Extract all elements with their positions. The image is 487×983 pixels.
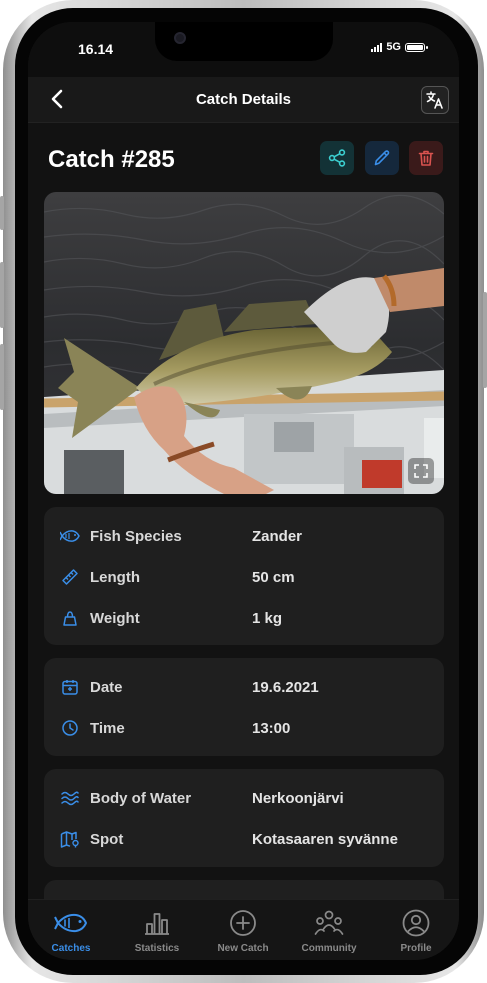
tab-statistics[interactable]: Statistics (114, 908, 200, 954)
edit-button[interactable] (365, 141, 399, 175)
fish-info-card: Fish Species Zander Length 50 cm Weight … (44, 507, 444, 645)
share-icon (328, 149, 346, 167)
fish-icon (54, 913, 88, 933)
fish-photo-image (44, 192, 444, 494)
length-label: Length (90, 568, 140, 586)
weight-value: 1 kg (252, 609, 283, 627)
date-row: Date 19.6.2021 (44, 675, 444, 699)
clock-icon (60, 718, 80, 738)
fish-species-row: Fish Species Zander (44, 524, 444, 548)
tab-profile[interactable]: Profile (373, 908, 459, 954)
body-of-water-label: Body of Water (90, 789, 192, 807)
weight-row: Weight 1 kg (44, 606, 444, 630)
spot-label: Spot (90, 830, 124, 848)
catch-photo[interactable] (44, 192, 444, 494)
page-title: Catch Details (195, 91, 292, 108)
tab-catches-label: Catches (51, 943, 91, 954)
ruler-icon (60, 567, 80, 587)
tab-new-catch-label: New Catch (217, 943, 269, 954)
fish-icon (60, 526, 80, 546)
fish-species-label: Fish Species (90, 527, 182, 545)
catch-title: Catch #285 (48, 146, 175, 173)
date-value: 19.6.2021 (252, 678, 319, 696)
tab-community-label: Community (301, 943, 357, 954)
bottom-tab-bar: Catches Statistics New Catch Community P… (28, 899, 459, 960)
tab-new-catch[interactable]: New Catch (200, 908, 286, 954)
network-type: 5G (386, 41, 401, 53)
weight-label: Weight (90, 609, 140, 627)
status-indicators: 5G (371, 41, 428, 53)
expand-icon (414, 464, 428, 478)
spot-row: Spot Kotasaaren syvänne (44, 827, 444, 851)
weight-icon (60, 608, 80, 628)
translate-button[interactable] (421, 86, 449, 114)
user-circle-icon (402, 909, 430, 937)
share-button[interactable] (320, 141, 354, 175)
time-label: Time (90, 719, 125, 737)
location-card: Body of Water Nerkoonjärvi Spot Kotasaar… (44, 769, 444, 867)
tab-catches[interactable]: Catches (28, 908, 114, 954)
battery-icon (405, 42, 428, 52)
trash-icon (418, 150, 434, 166)
body-of-water-value: Nerkoonjärvi (252, 789, 344, 807)
expand-photo-button[interactable] (408, 458, 434, 484)
signal-icon (371, 42, 383, 52)
translate-icon (426, 91, 443, 109)
length-row: Length 50 cm (44, 565, 444, 589)
status-time: 16.14 (78, 41, 114, 57)
app-screen: 16.14 5G Catch Details Catch #285 Fish S… (28, 22, 459, 960)
front-camera (174, 32, 186, 44)
body-of-water-row: Body of Water Nerkoonjärvi (44, 786, 444, 810)
bar-chart-icon (145, 913, 169, 935)
status-bar: 16.14 5G (28, 22, 459, 77)
tab-profile-label: Profile (400, 943, 432, 954)
date-time-card: Date 19.6.2021 Time 13:00 (44, 658, 444, 756)
mute-switch (0, 196, 4, 230)
plus-circle-icon (230, 910, 256, 936)
tab-community[interactable]: Community (286, 908, 372, 954)
map-pin-icon (60, 829, 80, 849)
waves-icon (60, 788, 80, 808)
people-icon (314, 910, 344, 935)
volume-up-button (0, 262, 4, 328)
time-row: Time 13:00 (44, 716, 444, 740)
additional-info-card (44, 880, 444, 899)
pencil-icon (374, 150, 390, 166)
power-button (483, 292, 487, 388)
date-label: Date (90, 678, 123, 696)
length-value: 50 cm (252, 568, 295, 586)
calendar-icon (60, 677, 80, 697)
catch-details-content[interactable]: Catch #285 Fish Species Zander Length 50… (28, 123, 459, 899)
app-header: Catch Details (28, 77, 459, 123)
volume-down-button (0, 344, 4, 410)
spot-value: Kotasaaren syvänne (252, 830, 398, 848)
delete-button[interactable] (409, 141, 443, 175)
tab-statistics-label: Statistics (134, 943, 180, 954)
fish-species-value: Zander (252, 527, 303, 545)
time-value: 13:00 (252, 719, 291, 737)
